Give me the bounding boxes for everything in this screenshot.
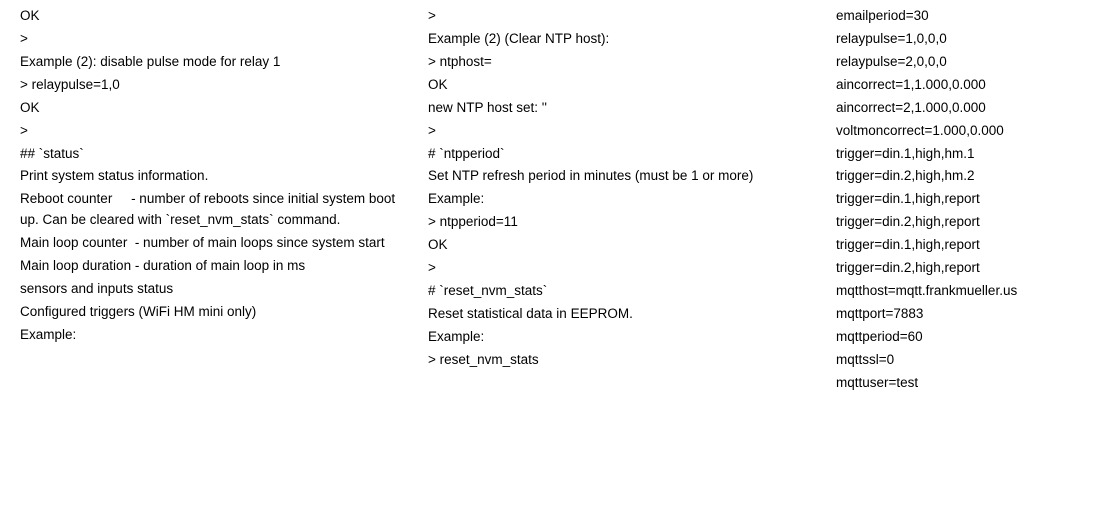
- doc-line: OK: [428, 75, 808, 96]
- doc-line: trigger=din.2,high,hm.2: [836, 166, 1086, 187]
- doc-line: Example:: [20, 325, 400, 346]
- doc-line: >: [428, 121, 808, 142]
- doc-line: # `reset_nvm_stats`: [428, 281, 808, 302]
- doc-line: >: [20, 29, 400, 50]
- doc-line: trigger=din.1,high,hm.1: [836, 144, 1086, 165]
- doc-line: emailperiod=30: [836, 6, 1086, 27]
- doc-line: voltmoncorrect=1.000,0.000: [836, 121, 1086, 142]
- document-columns: OK > Example (2): disable pulse mode for…: [20, 4, 1100, 396]
- doc-line: relaypulse=2,0,0,0: [836, 52, 1086, 73]
- doc-line: new NTP host set: '': [428, 98, 808, 119]
- doc-line: Configured triggers (WiFi HM mini only): [20, 302, 400, 323]
- doc-line: > ntpperiod=11: [428, 212, 808, 233]
- column-2: > Example (2) (Clear NTP host): > ntphos…: [428, 4, 808, 396]
- doc-line: mqtthost=mqtt.frankmueller.us: [836, 281, 1086, 302]
- doc-line: trigger=din.2,high,report: [836, 258, 1086, 279]
- doc-line: trigger=din.1,high,report: [836, 235, 1086, 256]
- doc-line: OK: [20, 6, 400, 27]
- doc-line: Main loop duration - duration of main lo…: [20, 256, 400, 277]
- doc-line: trigger=din.1,high,report: [836, 189, 1086, 210]
- doc-line: Main loop counter - number of main loops…: [20, 233, 400, 254]
- doc-line: ## `status`: [20, 144, 400, 165]
- column-1: OK > Example (2): disable pulse mode for…: [20, 4, 400, 396]
- doc-line: # `ntpperiod`: [428, 144, 808, 165]
- doc-line: relaypulse=1,0,0,0: [836, 29, 1086, 50]
- doc-line: sensors and inputs status: [20, 279, 400, 300]
- doc-line: Reboot counter - number of reboots since…: [20, 189, 400, 231]
- doc-line: >: [20, 121, 400, 142]
- column-3: emailperiod=30 relaypulse=1,0,0,0 relayp…: [836, 4, 1086, 396]
- doc-line: > relaypulse=1,0: [20, 75, 400, 96]
- doc-line: > ntphost=: [428, 52, 808, 73]
- doc-line: OK: [428, 235, 808, 256]
- doc-line: mqttport=7883: [836, 304, 1086, 325]
- doc-line: > reset_nvm_stats: [428, 350, 808, 371]
- doc-line: Reset statistical data in EEPROM.: [428, 304, 808, 325]
- doc-line: >: [428, 6, 808, 27]
- doc-line: aincorrect=2,1.000,0.000: [836, 98, 1086, 119]
- doc-line: Example (2): disable pulse mode for rela…: [20, 52, 400, 73]
- doc-line: Example:: [428, 327, 808, 348]
- doc-line: mqttssl=0: [836, 350, 1086, 371]
- doc-line: >: [428, 258, 808, 279]
- doc-line: Print system status information.: [20, 166, 400, 187]
- doc-line: OK: [20, 98, 400, 119]
- doc-line: aincorrect=1,1.000,0.000: [836, 75, 1086, 96]
- doc-line: mqttuser=test: [836, 373, 1086, 394]
- doc-line: Example:: [428, 189, 808, 210]
- doc-line: Set NTP refresh period in minutes (must …: [428, 166, 808, 187]
- doc-line: Example (2) (Clear NTP host):: [428, 29, 808, 50]
- doc-line: trigger=din.2,high,report: [836, 212, 1086, 233]
- doc-line: mqttperiod=60: [836, 327, 1086, 348]
